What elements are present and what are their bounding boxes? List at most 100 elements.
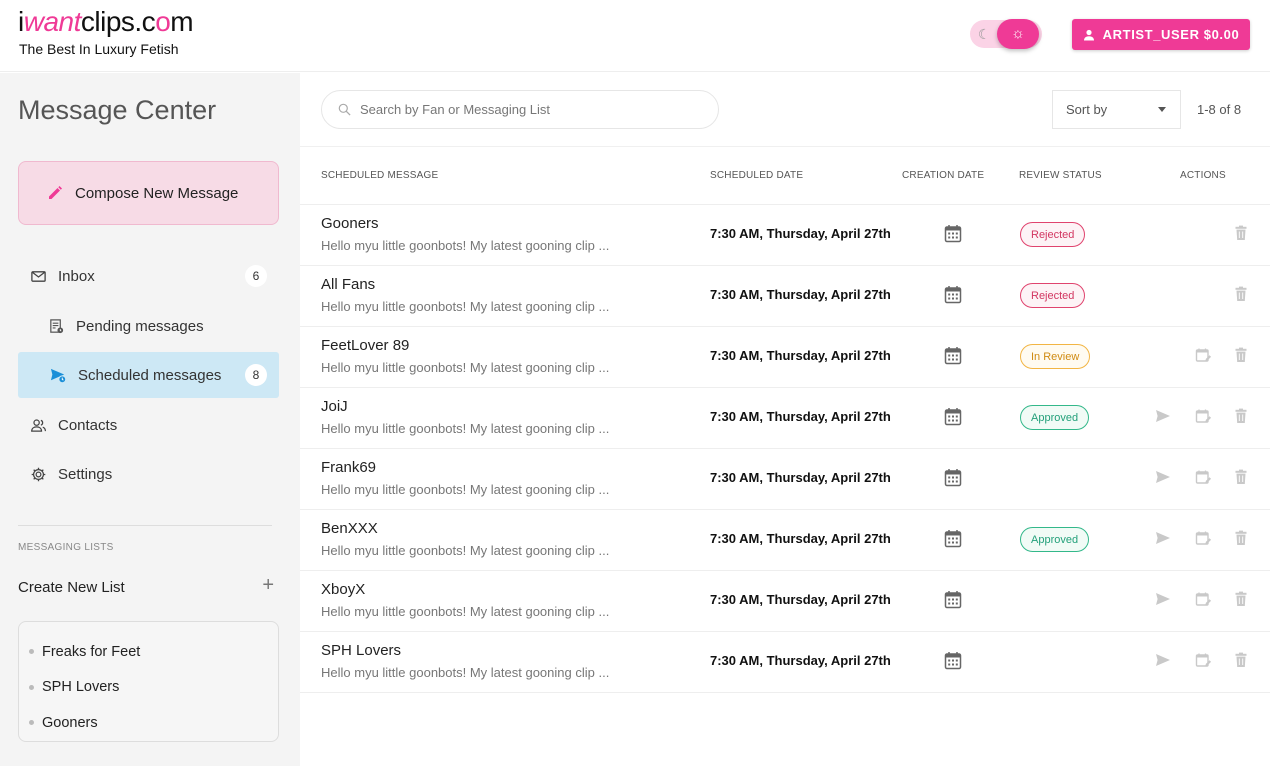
- sidebar-item-label: Settings: [58, 465, 113, 483]
- sidebar-divider: [18, 525, 272, 526]
- compose-new-message-button[interactable]: Compose New Message: [18, 161, 279, 225]
- recipient-name: FeetLover 89: [321, 337, 410, 354]
- recipient-name: SPH Lovers: [321, 642, 402, 659]
- calendar-icon[interactable]: [944, 224, 962, 243]
- plus-icon[interactable]: +: [262, 575, 274, 595]
- sun-icon: ☼: [997, 19, 1039, 49]
- search-input[interactable]: [360, 102, 690, 117]
- reschedule-icon[interactable]: [1195, 591, 1212, 607]
- table-row[interactable]: FeetLover 89 Hello myu little goonbots! M…: [300, 327, 1270, 388]
- scheduled-send-icon: [48, 365, 68, 385]
- status-badge: In Review: [1020, 344, 1091, 369]
- message-preview: Hello myu little goonbots! My latest goo…: [321, 421, 610, 436]
- sidebar-item-label: Inbox: [58, 267, 95, 285]
- scheduled-date: 7:30 AM, Thursday, April 27th: [710, 653, 891, 668]
- message-preview: Hello myu little goonbots! My latest goo…: [321, 299, 610, 314]
- create-list-label: Create New List: [18, 579, 125, 596]
- reschedule-icon[interactable]: [1195, 347, 1212, 363]
- inbox-count-badge: 6: [245, 265, 267, 287]
- table-row[interactable]: Frank69 Hello myu little goonbots! My lat…: [300, 449, 1270, 510]
- pagination-count: 1-8 of 8: [1197, 102, 1242, 117]
- column-header-review-status[interactable]: REVIEW STATUS: [1019, 170, 1102, 181]
- trash-icon[interactable]: [1233, 225, 1249, 241]
- recipient-name: Gooners: [321, 215, 379, 232]
- calendar-icon[interactable]: [944, 651, 962, 670]
- message-preview: Hello myu little goonbots! My latest goo…: [321, 360, 610, 375]
- table-row[interactable]: SPH Lovers Hello myu little goonbots! My …: [300, 632, 1270, 693]
- sort-dropdown[interactable]: Sort by: [1052, 90, 1181, 129]
- search-icon: [338, 103, 351, 116]
- recipient-name: BenXXX: [321, 520, 378, 537]
- scheduled-count-badge: 8: [245, 364, 267, 386]
- sidebar-item-label: Contacts: [58, 416, 118, 434]
- trash-icon[interactable]: [1233, 652, 1249, 668]
- list-item[interactable]: Gooners: [19, 705, 278, 741]
- list-item[interactable]: Freaks for Feet: [19, 634, 278, 670]
- caret-down-icon: [1158, 107, 1166, 112]
- scheduled-date: 7:30 AM, Thursday, April 27th: [710, 470, 891, 485]
- trash-icon[interactable]: [1233, 286, 1249, 302]
- calendar-icon[interactable]: [944, 285, 962, 304]
- status-badge: Rejected: [1020, 222, 1086, 247]
- reschedule-icon[interactable]: [1195, 469, 1212, 485]
- trash-icon[interactable]: [1233, 530, 1249, 546]
- sidebar-item-inbox[interactable]: Inbox 6: [18, 253, 279, 299]
- site-logo[interactable]: iwantclips.com: [18, 6, 194, 38]
- pending-list-icon: [46, 316, 66, 336]
- column-header-scheduled-date[interactable]: SCHEDULED DATE: [710, 170, 803, 181]
- table-row[interactable]: Gooners Hello myu little goonbots! My lat…: [300, 205, 1270, 266]
- reschedule-icon[interactable]: [1195, 530, 1212, 546]
- calendar-icon[interactable]: [944, 346, 962, 365]
- search-box[interactable]: [321, 90, 719, 129]
- page-title: Message Center: [18, 95, 217, 125]
- sidebar-item-contacts[interactable]: Contacts: [18, 402, 279, 448]
- message-preview: Hello myu little goonbots! My latest goo…: [321, 543, 610, 558]
- sort-label: Sort by: [1066, 102, 1108, 117]
- sidebar-item-label: Pending messages: [76, 317, 204, 335]
- theme-toggle[interactable]: ☾ ☼: [970, 19, 1042, 49]
- send-now-icon[interactable]: [1155, 530, 1171, 546]
- table-row[interactable]: All Fans Hello myu little goonbots! My la…: [300, 266, 1270, 327]
- reschedule-icon[interactable]: [1195, 652, 1212, 668]
- mail-icon: [28, 266, 48, 286]
- message-preview: Hello myu little goonbots! My latest goo…: [321, 238, 610, 253]
- messaging-lists-heading: MESSAGING LISTS: [18, 542, 114, 553]
- bullet-icon: [29, 684, 34, 690]
- trash-icon[interactable]: [1233, 469, 1249, 485]
- column-header-scheduled-message[interactable]: SCHEDULED MESSAGE: [321, 170, 438, 181]
- trash-icon[interactable]: [1233, 408, 1249, 424]
- trash-icon[interactable]: [1233, 591, 1249, 607]
- scheduled-date: 7:30 AM, Thursday, April 27th: [710, 592, 891, 607]
- send-now-icon[interactable]: [1155, 591, 1171, 607]
- list-item[interactable]: SPH Lovers: [19, 670, 278, 706]
- reschedule-icon[interactable]: [1195, 408, 1212, 424]
- calendar-icon[interactable]: [944, 468, 962, 487]
- calendar-icon[interactable]: [944, 407, 962, 426]
- message-preview: Hello myu little goonbots! My latest goo…: [321, 604, 610, 619]
- status-badge: Approved: [1020, 527, 1090, 552]
- trash-icon[interactable]: [1233, 347, 1249, 363]
- scheduled-date: 7:30 AM, Thursday, April 27th: [710, 348, 891, 363]
- send-now-icon[interactable]: [1155, 652, 1171, 668]
- scheduled-date: 7:30 AM, Thursday, April 27th: [710, 409, 891, 424]
- table-row[interactable]: XboyX Hello myu little goonbots! My lates…: [300, 571, 1270, 632]
- sidebar-item-pending-messages[interactable]: Pending messages: [18, 303, 279, 349]
- create-new-list[interactable]: Create New List +: [18, 575, 276, 596]
- calendar-icon[interactable]: [944, 529, 962, 548]
- toolbar-divider: [300, 146, 1270, 147]
- user-account-button[interactable]: ARTIST_USER $0.00: [1072, 19, 1250, 50]
- sidebar-item-scheduled-messages[interactable]: Scheduled messages 8: [18, 352, 279, 398]
- message-preview: Hello myu little goonbots! My latest goo…: [321, 665, 610, 680]
- gear-icon: [28, 464, 48, 484]
- send-now-icon[interactable]: [1155, 469, 1171, 485]
- calendar-icon[interactable]: [944, 590, 962, 609]
- send-now-icon[interactable]: [1155, 408, 1171, 424]
- scheduled-date: 7:30 AM, Thursday, April 27th: [710, 287, 891, 302]
- contacts-icon: [28, 415, 48, 435]
- table-row[interactable]: BenXXX Hello myu little goonbots! My late…: [300, 510, 1270, 571]
- sidebar-item-settings[interactable]: Settings: [18, 451, 279, 497]
- column-header-creation-date[interactable]: CREATION DATE: [902, 170, 984, 181]
- bullet-icon: [29, 720, 34, 726]
- messaging-lists: Freaks for Feet SPH Lovers Gooners: [18, 621, 279, 742]
- table-row[interactable]: JoiJ Hello myu little goonbots! My latest…: [300, 388, 1270, 449]
